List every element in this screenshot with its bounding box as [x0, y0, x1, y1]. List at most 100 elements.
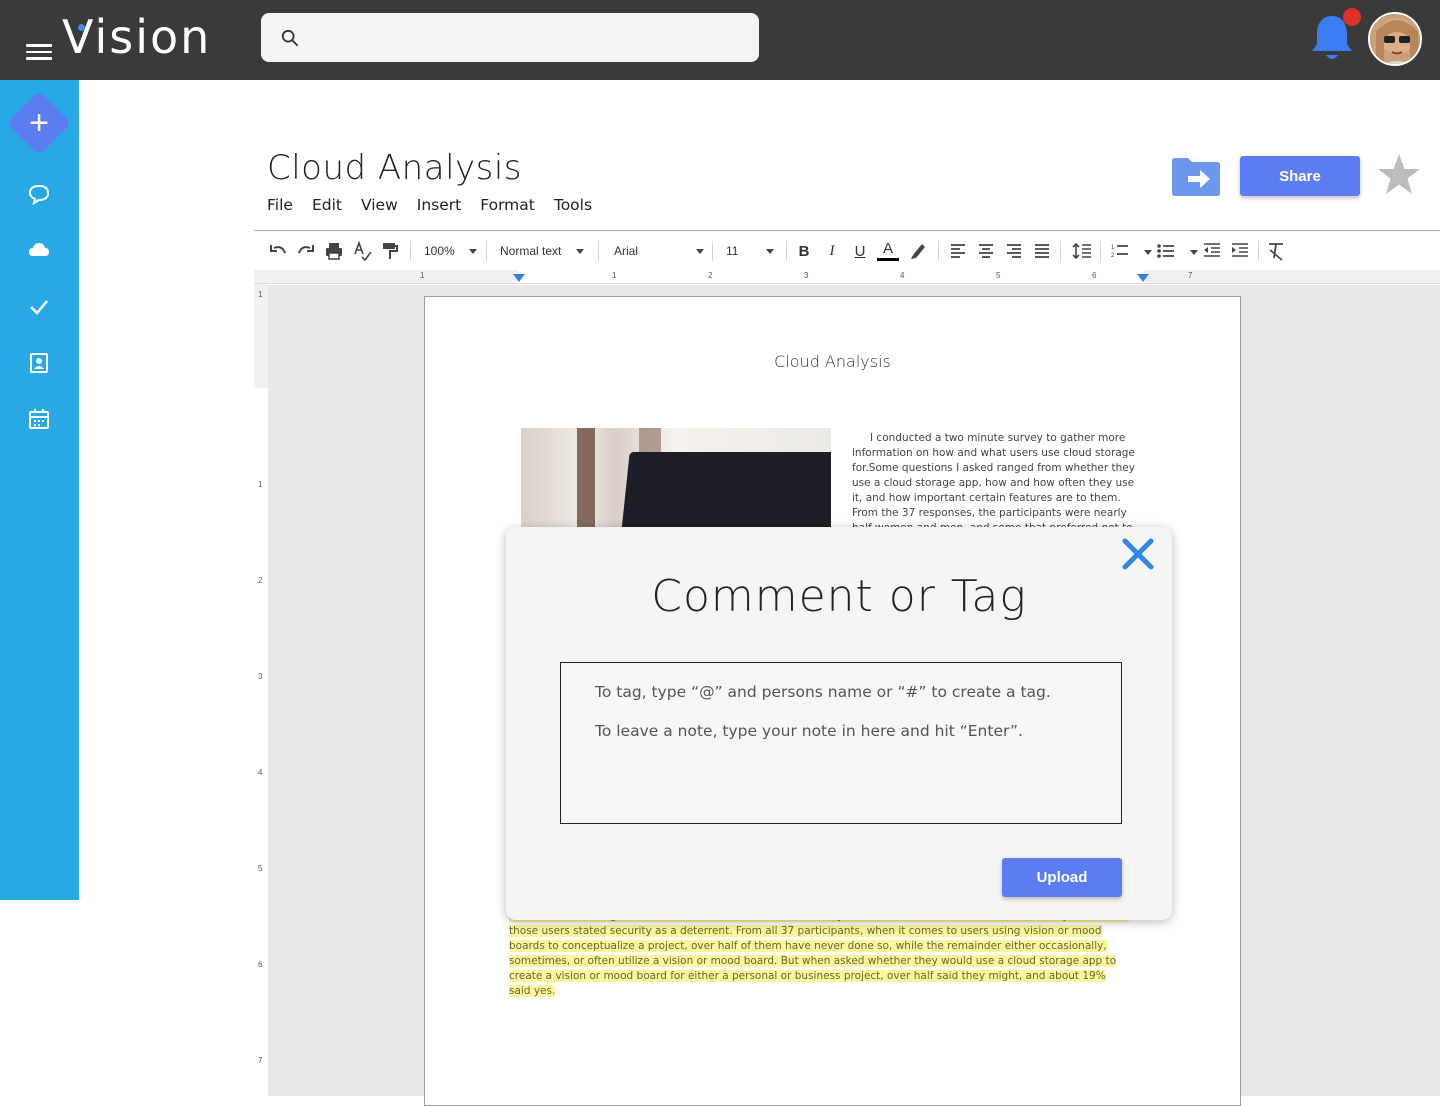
- align-left-icon[interactable]: [948, 240, 968, 262]
- text-color-button[interactable]: A: [876, 240, 900, 262]
- paragraph-style-select[interactable]: Normal text: [494, 240, 594, 262]
- font-family-value: Arial: [614, 244, 639, 258]
- align-right-icon[interactable]: [1004, 240, 1024, 262]
- cloud-icon[interactable]: [26, 237, 52, 263]
- chevron-down-icon: [696, 248, 705, 254]
- check-icon[interactable]: [26, 294, 52, 320]
- underline-button[interactable]: U: [850, 240, 870, 262]
- horizontal-ruler: 1 1 2 3 4 5 6 7: [254, 270, 1440, 284]
- note-instruction: To leave a note, type your note in here …: [595, 722, 1023, 740]
- ruler-label: 7: [258, 1056, 263, 1065]
- font-size-value: 11: [726, 244, 739, 258]
- svg-text:1: 1: [1111, 245, 1115, 251]
- ruler-label: 3: [258, 672, 263, 681]
- top-bar: Vision: [0, 0, 1440, 80]
- notification-badge: [1343, 8, 1361, 26]
- highlight-line: boards to conceptualize a project, over …: [509, 940, 1107, 952]
- close-icon[interactable]: [1120, 536, 1156, 572]
- align-center-icon[interactable]: [976, 240, 996, 262]
- user-avatar[interactable]: [1368, 12, 1422, 66]
- share-button[interactable]: Share: [1240, 156, 1360, 196]
- document-title[interactable]: Cloud Analysis: [267, 148, 522, 188]
- chevron-down-icon[interactable]: [1190, 250, 1198, 255]
- highlight-pen-icon[interactable]: [908, 240, 928, 262]
- calendar-icon[interactable]: [26, 406, 52, 432]
- ruler-label: 5: [996, 271, 1001, 280]
- toolbar-separator: [712, 241, 713, 261]
- move-to-folder-icon[interactable]: [1172, 156, 1220, 196]
- spellcheck-icon[interactable]: [352, 240, 372, 262]
- highlight-line: those users stated security as a deterre…: [509, 925, 1102, 937]
- chevron-down-icon: [468, 248, 477, 254]
- logo-dot: [78, 24, 85, 31]
- chevron-down-icon: [576, 248, 585, 254]
- formatting-toolbar: 100% Normal text Arial 11 B I U A 12: [254, 232, 1440, 270]
- ruler-label: 2: [258, 576, 263, 585]
- upload-button[interactable]: Upload: [1002, 858, 1122, 897]
- left-indent-marker-icon[interactable]: [513, 274, 525, 283]
- toolbar-separator: [598, 241, 599, 261]
- bulleted-list-icon[interactable]: [1156, 240, 1176, 262]
- ruler-label: 4: [900, 271, 905, 280]
- toolbar-separator: [1100, 241, 1101, 261]
- menu-insert[interactable]: Insert: [417, 196, 461, 214]
- italic-button[interactable]: I: [822, 240, 842, 262]
- highlighted-paragraph: not use cloud storage, the main reasons …: [509, 909, 1149, 999]
- decrease-indent-icon[interactable]: [1202, 240, 1222, 262]
- ruler-label: 6: [258, 960, 263, 969]
- font-size-select[interactable]: 11: [720, 240, 780, 262]
- zoom-value: 100%: [424, 244, 455, 258]
- laptop-photo: [521, 428, 831, 528]
- highlight-line: create a vision or mood board for either…: [509, 970, 1106, 982]
- align-justify-icon[interactable]: [1032, 240, 1052, 262]
- survey-paragraph-text: I conducted a two minute survey to gathe…: [852, 432, 1135, 534]
- search-icon[interactable]: [281, 29, 299, 47]
- app-logo[interactable]: Vision: [62, 10, 211, 64]
- toolbar-separator: [486, 241, 487, 261]
- ruler-label: 2: [708, 271, 713, 280]
- star-icon[interactable]: [1376, 152, 1422, 198]
- toolbar-separator: [786, 241, 787, 261]
- highlight-line: said yes.: [509, 985, 556, 997]
- clear-formatting-icon[interactable]: [1266, 240, 1286, 262]
- toolbar-separator: [410, 241, 411, 261]
- menu-edit[interactable]: Edit: [312, 196, 342, 214]
- menu-tools[interactable]: Tools: [554, 196, 592, 214]
- paint-format-icon[interactable]: [380, 240, 400, 262]
- header-divider: [254, 230, 1440, 231]
- increase-indent-icon[interactable]: [1230, 240, 1250, 262]
- bold-button[interactable]: B: [794, 240, 814, 262]
- numbered-list-icon[interactable]: 12: [1110, 240, 1130, 262]
- zoom-select[interactable]: 100%: [418, 240, 478, 262]
- comment-textarea[interactable]: To tag, type “@” and persons name or “#”…: [560, 662, 1122, 824]
- ruler-label: 7: [1188, 271, 1193, 280]
- comment-tag-modal: Comment or Tag To tag, type “@” and pers…: [506, 527, 1172, 920]
- redo-icon[interactable]: [296, 240, 316, 262]
- contact-icon[interactable]: [26, 350, 52, 376]
- toolbar-separator: [938, 241, 939, 261]
- chat-icon[interactable]: [26, 181, 52, 207]
- menu-file[interactable]: File: [267, 196, 293, 214]
- ruler-active-area: [254, 388, 268, 1096]
- font-family-select[interactable]: Arial: [606, 240, 706, 262]
- page-heading: Cloud Analysis: [774, 352, 891, 371]
- line-spacing-icon[interactable]: [1072, 240, 1092, 262]
- highlight-line: sometimes, or often utilize a vision or …: [509, 955, 1117, 967]
- search-bar[interactable]: [261, 13, 759, 62]
- menu-view[interactable]: View: [361, 196, 398, 214]
- menu-format[interactable]: Format: [480, 196, 535, 214]
- add-button[interactable]: [6, 90, 72, 156]
- chevron-down-icon[interactable]: [1144, 250, 1152, 255]
- tag-instruction: To tag, type “@” and persons name or “#”…: [595, 683, 1051, 701]
- right-indent-marker-icon[interactable]: [1137, 274, 1149, 283]
- undo-icon[interactable]: [268, 240, 288, 262]
- print-icon[interactable]: [324, 240, 344, 262]
- toolbar-separator: [1060, 241, 1061, 261]
- survey-paragraph: I conducted a two minute survey to gathe…: [852, 431, 1144, 536]
- ruler-label: 1: [258, 290, 263, 299]
- ruler-label: 5: [258, 864, 263, 873]
- search-input[interactable]: [311, 21, 741, 53]
- svg-text:2: 2: [1111, 253, 1115, 259]
- text-color-swatch: [877, 257, 899, 261]
- hamburger-menu-icon[interactable]: [26, 44, 52, 62]
